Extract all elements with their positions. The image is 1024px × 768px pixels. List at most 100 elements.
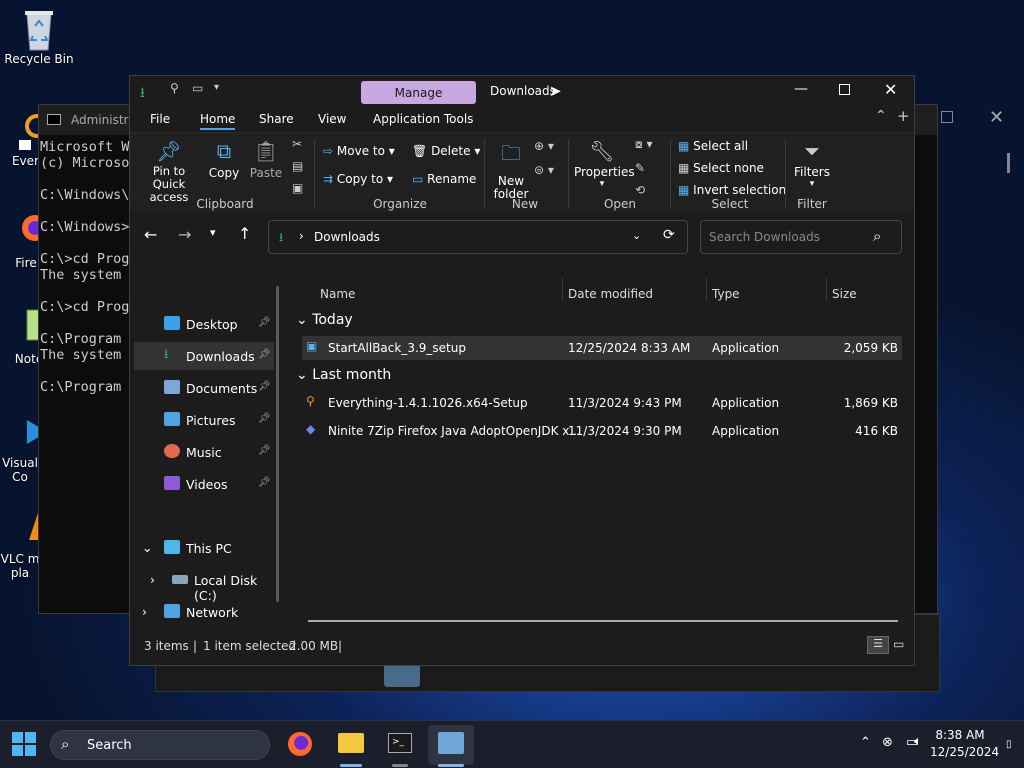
tab-application-tools[interactable]: Application Tools bbox=[373, 112, 473, 126]
chevron-right-icon: › bbox=[142, 604, 147, 619]
group-label-open: Open bbox=[603, 197, 637, 211]
clock[interactable]: 8:38 AM 12/25/2024 bbox=[930, 727, 999, 761]
explorer-title-bar[interactable]: ⭳ ⚲ ▭ ▾ Manage Downloads — ✕ ➤ bbox=[130, 76, 914, 106]
volume-icon[interactable]: 🔈︎ bbox=[914, 734, 922, 749]
open-icon[interactable]: ⧇ ▾ bbox=[635, 137, 652, 152]
tab-share[interactable]: Share bbox=[259, 112, 294, 126]
maximize-icon[interactable] bbox=[839, 84, 850, 95]
large-icons-view-icon[interactable]: ▭ bbox=[893, 637, 904, 651]
group-header-last-month[interactable]: ⌄ Last month bbox=[296, 367, 391, 383]
taskbar-search-box[interactable]: ⌕ Search bbox=[50, 730, 270, 760]
select-none-button[interactable]: ▦ Select none bbox=[678, 161, 764, 175]
selection-count: 1 item selected bbox=[203, 639, 297, 653]
up-arrow-icon[interactable]: ↑ bbox=[238, 224, 251, 243]
window-title: Downloads bbox=[490, 84, 556, 98]
address-bar[interactable]: ⭳ › Downloads ⌄ ⟳ bbox=[268, 220, 688, 254]
cmd-maximize-icon[interactable] bbox=[941, 111, 953, 123]
close-icon[interactable]: ✕ bbox=[884, 80, 897, 99]
address-dropdown-icon[interactable]: ⌄ bbox=[632, 229, 641, 242]
nav-item-network[interactable]: › Network bbox=[134, 598, 274, 626]
refresh-icon[interactable]: ⟳ bbox=[663, 227, 675, 243]
chevron-down-icon: ⌄ bbox=[142, 540, 153, 555]
chevron-up-icon[interactable]: ⌃ bbox=[860, 735, 871, 750]
paste-shortcut-icon[interactable]: ▣ bbox=[292, 181, 303, 195]
quick-access-dropdown-icon[interactable]: ▾ bbox=[214, 82, 219, 93]
search-icon[interactable]: ⌕ bbox=[873, 227, 881, 245]
move-to-button[interactable]: ⇨ Move to ▾ bbox=[323, 144, 395, 158]
paste-icon: 📋︎ bbox=[253, 139, 279, 163]
drive-icon bbox=[172, 575, 188, 584]
new-folder-button[interactable]: 🗀︎ New folder bbox=[492, 139, 530, 201]
delete-button[interactable]: 🗑︎ Delete ▾ bbox=[412, 144, 480, 158]
recent-locations-icon[interactable]: ▾ bbox=[210, 226, 216, 239]
nav-item-pictures[interactable]: Pictures 📌︎ bbox=[134, 406, 274, 434]
tab-file[interactable]: File bbox=[150, 112, 170, 126]
nav-item-this-pc[interactable]: ⌄ This PC bbox=[134, 534, 274, 562]
start-windows-icon[interactable] bbox=[12, 732, 36, 759]
invert-selection-button[interactable]: ▦ Invert selection bbox=[678, 183, 786, 197]
network-status-icon[interactable]: ⊗ bbox=[882, 735, 893, 750]
address-row: ← → ▾ ↑ ⭳ › Downloads ⌄ ⟳ Search Downloa… bbox=[130, 212, 914, 262]
column-size[interactable]: Size bbox=[832, 287, 857, 301]
nav-item-downloads[interactable]: ⭳ Downloads 📌︎ bbox=[134, 342, 274, 370]
copy-to-button[interactable]: ⇉ Copy to ▾ bbox=[323, 172, 393, 186]
nav-item-documents[interactable]: Documents 📌︎ bbox=[134, 374, 274, 402]
new-item-icon[interactable]: ⊕ ▾ bbox=[534, 139, 554, 153]
cmd-scrollbar[interactable] bbox=[1007, 153, 1010, 173]
column-type[interactable]: Type bbox=[712, 287, 740, 301]
cmd-close-icon[interactable]: ✕ bbox=[989, 107, 1004, 128]
nav-item-desktop[interactable]: Desktop 📌︎ bbox=[134, 310, 274, 338]
select-all-icon: ▦ bbox=[678, 139, 690, 153]
details-view-icon[interactable]: ☰ bbox=[867, 636, 889, 654]
new-folder-quick-icon[interactable]: ▭ bbox=[192, 81, 203, 95]
tab-view[interactable]: View bbox=[318, 112, 346, 126]
rename-button[interactable]: ▭ Rename bbox=[412, 172, 476, 186]
show-desktop-icon[interactable]: ▯ bbox=[1006, 739, 1012, 750]
nav-item-music[interactable]: Music 📌︎ bbox=[134, 438, 274, 466]
selection-size: 2.00 MB bbox=[289, 639, 339, 653]
tab-home[interactable]: Home bbox=[200, 112, 236, 130]
nav-scrollbar[interactable] bbox=[276, 286, 279, 602]
ribbon-tab-bar: File Home Share View Application Tools ⌃… bbox=[130, 106, 914, 132]
paste-button[interactable]: 📋︎ Paste bbox=[248, 139, 284, 180]
column-name[interactable]: Name bbox=[320, 287, 355, 301]
terminal-taskbar-icon[interactable]: >_ bbox=[388, 733, 412, 753]
videos-folder-icon bbox=[164, 476, 180, 490]
file-row[interactable]: ⚲ Everything-1.4.1.1026.x64-Setup 11/3/2… bbox=[302, 391, 902, 415]
collapse-ribbon-icon[interactable]: ⌃ bbox=[875, 108, 887, 124]
back-arrow-icon[interactable]: ← bbox=[144, 225, 157, 244]
firefox-taskbar-icon[interactable] bbox=[288, 732, 312, 756]
minimize-icon[interactable]: — bbox=[794, 81, 808, 97]
nav-item-local-disk[interactable]: › Local Disk (C:) bbox=[134, 566, 274, 603]
easy-access-icon[interactable]: ⊜ ▾ bbox=[534, 163, 554, 177]
select-all-button[interactable]: ▦ Select all bbox=[678, 139, 748, 153]
copy-path-icon[interactable]: ▤ bbox=[292, 159, 303, 173]
properties-quick-icon[interactable]: ⚲ bbox=[170, 81, 179, 95]
manage-context-tab[interactable]: Manage bbox=[361, 81, 476, 104]
group-header-today[interactable]: ⌄ Today bbox=[296, 312, 353, 328]
file-row[interactable]: ▣ StartAllBack_3.9_setup 12/25/2024 8:33… bbox=[302, 336, 902, 360]
nav-item-videos[interactable]: Videos 📌︎ bbox=[134, 470, 274, 498]
divider: | bbox=[338, 639, 343, 653]
divider bbox=[785, 139, 786, 209]
file-row[interactable]: ◆ Ninite 7Zip Firefox Java AdoptOpenJDK … bbox=[302, 419, 902, 443]
properties-button[interactable]: 🔧︎ Properties ▾ bbox=[574, 139, 635, 189]
recycle-bin-desktop-icon[interactable]: Recycle Bin bbox=[0, 8, 78, 66]
column-date-modified[interactable]: Date modified bbox=[568, 287, 653, 301]
search-input[interactable]: Search Downloads ⌕ bbox=[700, 220, 902, 254]
help-plus-icon[interactable]: + bbox=[897, 107, 910, 125]
history-icon[interactable]: ⟲ bbox=[635, 183, 645, 197]
file-explorer-taskbar-icon[interactable] bbox=[338, 733, 364, 753]
cut-icon[interactable]: ✂ bbox=[292, 137, 302, 151]
filters-button[interactable]: ⏷ Filters ▾ bbox=[790, 139, 834, 189]
copy-button[interactable]: ⧉ Copy bbox=[206, 139, 242, 180]
divider bbox=[314, 139, 315, 209]
pin-to-quick-access-button[interactable]: 📌︎ Pin to Quick access bbox=[136, 139, 202, 204]
file-explorer-window[interactable]: ⭳ ⚲ ▭ ▾ Manage Downloads — ✕ ➤ File Home… bbox=[129, 75, 915, 666]
horizontal-scrollbar[interactable] bbox=[308, 620, 898, 622]
recycle-bin-icon bbox=[19, 8, 59, 51]
forward-arrow-icon[interactable]: → bbox=[178, 225, 191, 244]
edit-icon[interactable]: ✎ bbox=[635, 161, 645, 175]
divider bbox=[670, 139, 671, 209]
everything-icon: ⚲ bbox=[306, 394, 315, 408]
